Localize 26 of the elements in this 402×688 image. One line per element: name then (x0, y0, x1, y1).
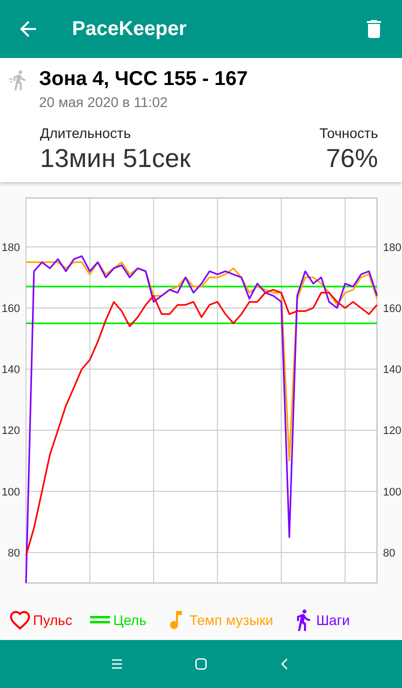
y-tick-label: 100 (2, 486, 20, 498)
legend-label: Пульс (33, 612, 72, 628)
home-icon[interactable] (193, 656, 209, 672)
double-line-icon (90, 616, 110, 624)
legend-label: Цель (113, 612, 146, 628)
workout-date: 20 мая 2020 в 11:02 (39, 93, 169, 112)
y-tick-label: 180 (2, 242, 20, 254)
stat-value: 13мин 51сек (40, 142, 191, 174)
y-tick-label: 120 (2, 425, 20, 438)
stat-value: 76% (326, 142, 378, 174)
stat-label: Длительность (40, 124, 131, 142)
y-tick-label: 140 (383, 364, 402, 376)
app-title: PaceKeeper (72, 18, 188, 40)
y-tick-label: 160 (383, 303, 402, 315)
workout-title: Зона 4, ЧСС 155 - 167 (39, 67, 248, 92)
stat-label: Точность (320, 124, 378, 142)
y-tick-label: 100 (383, 486, 402, 498)
y-tick-label: 160 (2, 303, 20, 315)
y-tick-label: 80 (8, 547, 20, 560)
y-tick-label: 180 (383, 242, 402, 254)
y-tick-label: 120 (383, 425, 402, 438)
y-tick-label: 80 (383, 547, 396, 560)
legend-label: Шаги (316, 612, 350, 628)
legend-label: Темп музыки (189, 612, 274, 628)
heart-icon (8, 608, 32, 632)
y-tick-label: 140 (2, 364, 20, 376)
